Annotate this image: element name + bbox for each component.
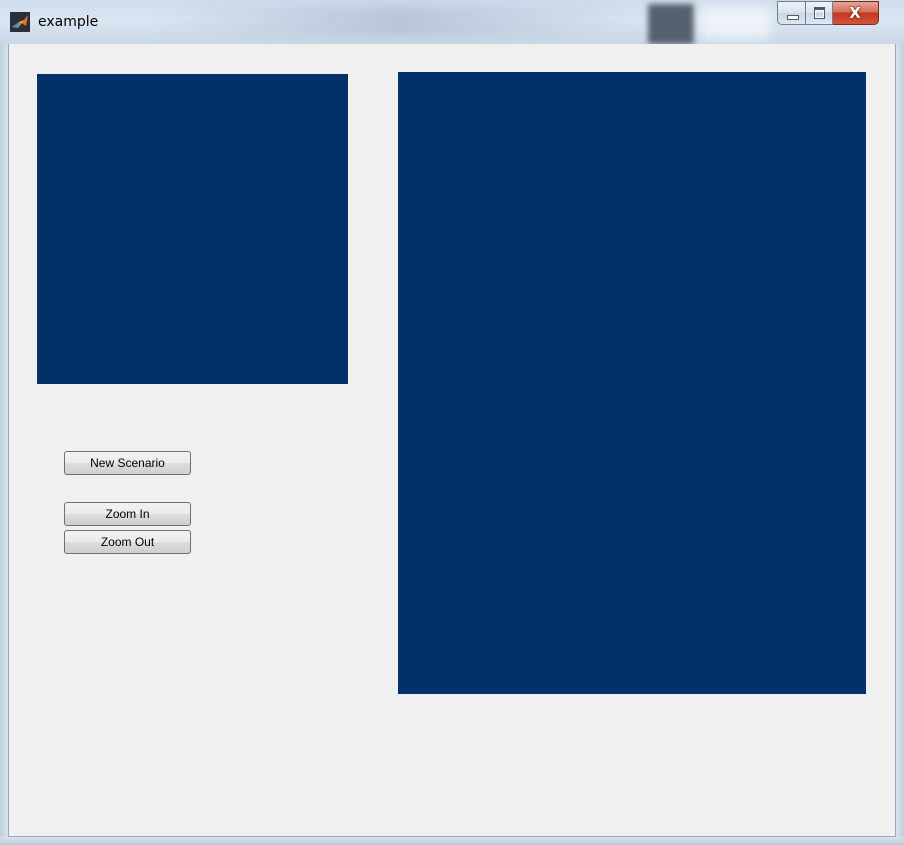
maximize-icon — [814, 7, 825, 19]
minimize-icon — [787, 15, 799, 20]
title-bar[interactable]: example X — [0, 0, 904, 45]
close-icon: X — [849, 4, 861, 22]
minimize-button[interactable] — [777, 1, 806, 25]
new-scenario-button[interactable]: New Scenario — [64, 451, 191, 475]
window-frame-right — [896, 44, 904, 845]
window-title: example — [38, 14, 99, 30]
maximize-button[interactable] — [806, 1, 833, 25]
main-axes-panel[interactable] — [398, 72, 866, 694]
window-controls: X — [777, 1, 879, 26]
close-button[interactable]: X — [833, 1, 879, 25]
matlab-logo-icon — [10, 12, 30, 32]
window-frame-left — [0, 44, 8, 845]
zoom-in-button[interactable]: Zoom In — [64, 502, 191, 526]
preview-axes-panel[interactable] — [37, 74, 348, 384]
zoom-out-button[interactable]: Zoom Out — [64, 530, 191, 554]
window-frame-bottom — [0, 837, 904, 845]
app-window: example X New Scenario Zoom In Zoom Out — [0, 0, 904, 845]
